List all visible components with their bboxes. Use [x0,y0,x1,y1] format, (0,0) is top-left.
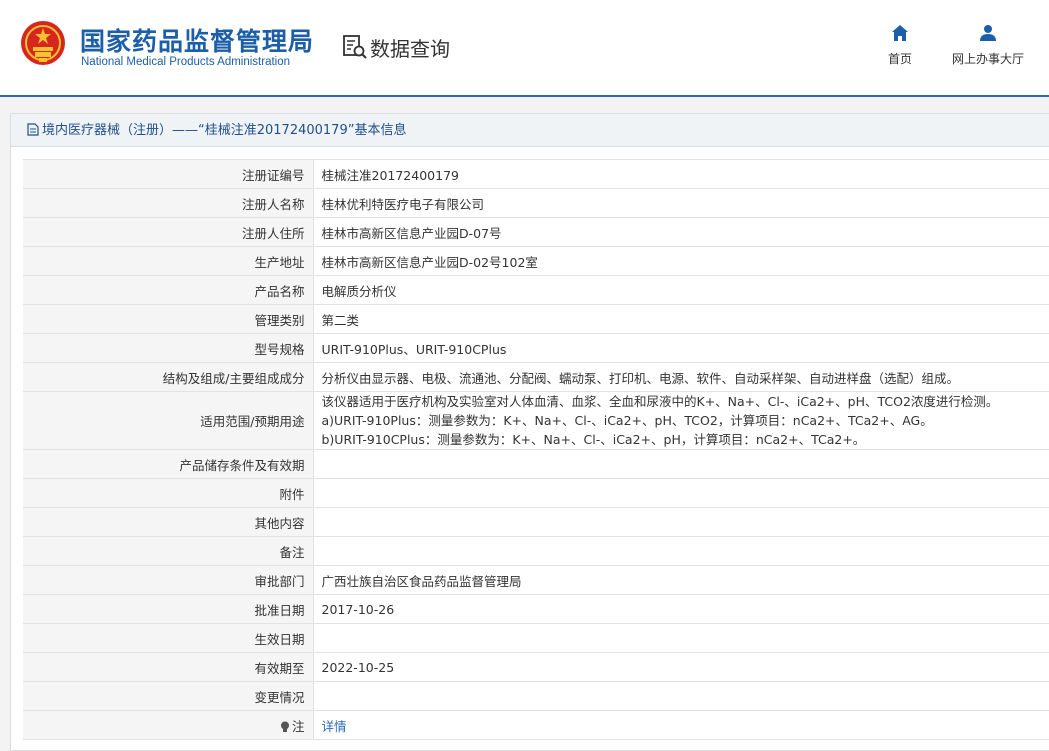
field-value: 广西壮族自治区食品药品监督管理局 [313,565,1049,595]
field-label: 注册证编号 [23,159,314,189]
table-row: 管理类别 第二类 [23,304,1049,334]
table-row: 注册证编号 桂械注准20172400179 [23,159,1049,189]
field-value: 桂林优利特医疗电子有限公司 [313,188,1049,218]
table-row: 结构及组成/主要组成成分 分析仪由显示器、电极、流通池、分配阀、蠕动泵、打印机、… [23,362,1049,392]
document-icon [27,123,39,136]
field-label: 生效日期 [23,623,314,653]
field-label: 备注 [23,536,314,566]
org-name-cn: 国家药品监督管理局 [80,27,315,56]
field-label: 注册人住所 [23,217,314,247]
field-label-note: 注 [23,710,314,740]
home-icon [892,25,908,41]
user-icon [980,25,996,41]
field-value: 2022-10-25 [313,652,1049,682]
detail-table: 注册证编号 桂械注准20172400179 注册人名称 桂林优利特医疗电子有限公… [23,159,1049,740]
field-label: 变更情况 [23,681,314,711]
field-label: 适用范围/预期用途 [23,391,314,450]
panel-title: 境内医疗器械（注册）——“桂械注准20172400179”基本信息 [11,114,1049,147]
org-name-en: National Medical Products Administration [81,56,291,68]
field-value: 2017-10-26 [313,594,1049,624]
table-row: 注册人名称 桂林优利特医疗电子有限公司 [23,188,1049,218]
nav-online-hall-label: 网上办事大厅 [951,52,1024,66]
field-label: 审批部门 [23,565,314,595]
field-value [313,449,1049,479]
data-query-icon [343,35,367,59]
field-label: 批准日期 [23,594,314,624]
field-value: 桂林市高新区信息产业园D-02号102室 [313,246,1049,276]
table-row: 批准日期 2017-10-26 [23,594,1049,624]
field-label: 注册人名称 [23,188,314,218]
nav-online-hall-link[interactable]: 网上办事大厅 [946,24,1030,67]
field-value: 电解质分析仪 [313,275,1049,305]
field-label: 型号规格 [23,333,314,363]
table-row: 其他内容 [23,507,1049,537]
field-value: URIT-910Plus、URIT-910CPlus [313,333,1049,363]
table-row: 注 详情 [23,710,1049,740]
field-value [313,478,1049,508]
table-row: 生产地址 桂林市高新区信息产业园D-02号102室 [23,246,1049,276]
field-label: 注 [291,718,305,734]
field-label: 管理类别 [23,304,314,334]
field-label: 产品储存条件及有效期 [23,449,314,479]
field-value [313,507,1049,537]
field-label: 附件 [23,478,314,508]
site-header: 国家药品监督管理局 National Medical Products Admi… [0,0,1049,95]
table-row: 注册人住所 桂林市高新区信息产业园D-07号 [23,217,1049,247]
field-label: 产品名称 [23,275,314,305]
nav-home-link[interactable]: 首页 [880,24,920,67]
table-row: 变更情况 [23,681,1049,711]
details-link[interactable]: 详情 [322,719,347,734]
table-row: 有效期至 2022-10-25 [23,652,1049,682]
field-value-line: a)URIT-910Plus：测量参数为：K+、Na+、Cl-、iCa2+、pH… [321,413,933,428]
table-row: 备注 [23,536,1049,566]
nav-home-label: 首页 [887,52,912,66]
field-value: 详情 [313,710,1049,740]
field-value-line: 该仪器适用于医疗机构及实验室对人体血清、血浆、全血和尿液中的K+、Na+、Cl-… [321,394,999,409]
table-row: 产品名称 电解质分析仪 [23,275,1049,305]
table-row: 型号规格 URIT-910Plus、URIT-910CPlus [23,333,1049,363]
table-row: 审批部门 广西壮族自治区食品药品监督管理局 [23,565,1049,595]
table-row: 适用范围/预期用途 该仪器适用于医疗机构及实验室对人体血清、血浆、全血和尿液中的… [23,391,1049,450]
table-row: 生效日期 [23,623,1049,653]
bulb-icon [280,721,289,732]
field-value-line: b)URIT-910CPlus：测量参数为：K+、Na+、Cl-、iCa2+、p… [321,432,866,447]
field-value [313,536,1049,566]
field-value: 分析仪由显示器、电极、流通池、分配阀、蠕动泵、打印机、电源、软件、自动采样架、自… [313,362,1049,392]
field-value: 桂林市高新区信息产业园D-07号 [313,217,1049,247]
field-label: 生产地址 [23,246,314,276]
table-row: 产品储存条件及有效期 [23,449,1049,479]
table-row: 附件 [23,478,1049,508]
field-value [313,681,1049,711]
national-emblem-icon [21,21,65,65]
panel-title-text: 境内医疗器械（注册）——“桂械注准20172400179”基本信息 [42,123,407,138]
field-label: 其他内容 [23,507,314,537]
field-value: 该仪器适用于医疗机构及实验室对人体血清、血浆、全血和尿液中的K+、Na+、Cl-… [313,391,1049,450]
detail-panel: 境内医疗器械（注册）——“桂械注准20172400179”基本信息 注册证编号 … [10,113,1049,751]
field-value: 第二类 [313,304,1049,334]
field-label: 有效期至 [23,652,314,682]
field-value: 桂械注准20172400179 [313,159,1049,189]
section-label: 数据查询 [370,37,450,61]
field-value [313,623,1049,653]
field-label: 结构及组成/主要组成成分 [23,362,314,392]
